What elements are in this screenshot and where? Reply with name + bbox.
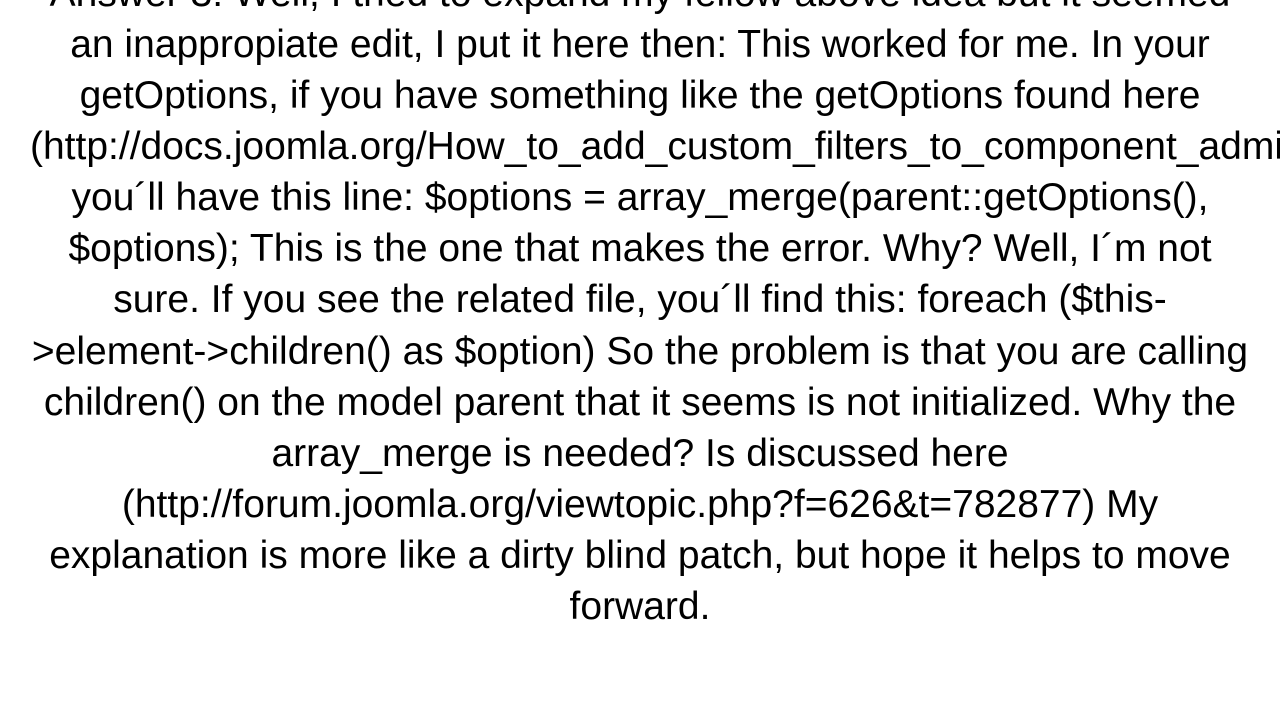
answer-body: Answer 3: Well, I tried to expand my fel… bbox=[30, 0, 1250, 632]
